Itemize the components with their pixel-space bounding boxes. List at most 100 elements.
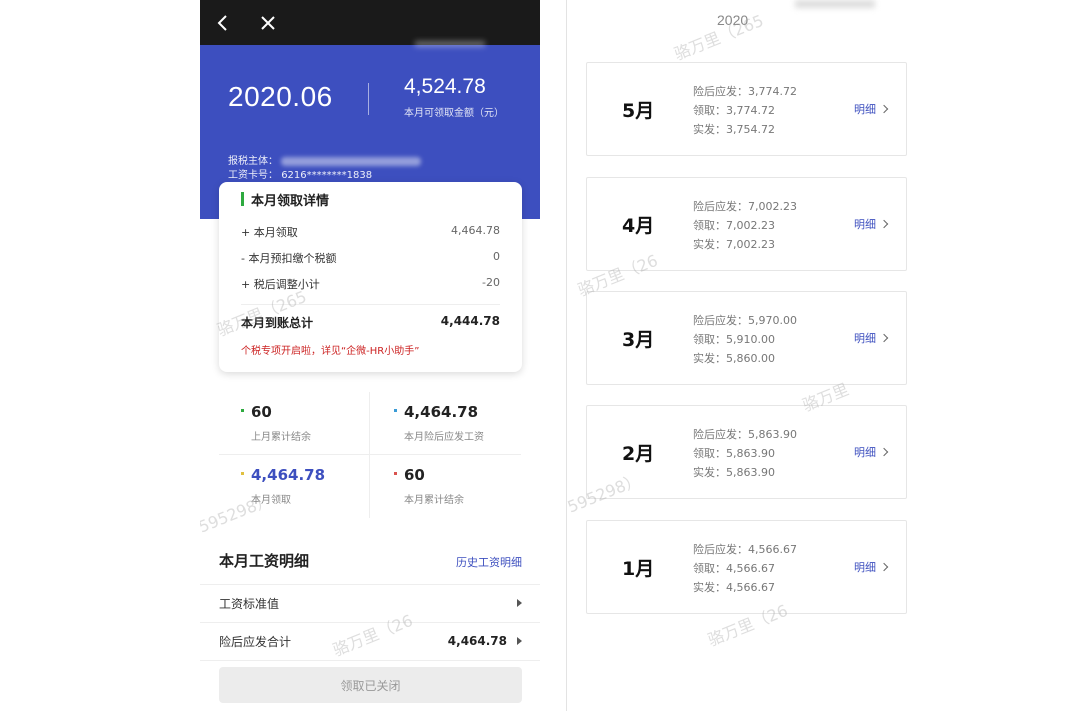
- detail-link-label: 明细: [854, 561, 876, 574]
- available-amount: 4,524.78: [404, 75, 486, 98]
- month-detail-link[interactable]: 明细: [854, 330, 889, 346]
- chevron-left-icon: [217, 15, 227, 31]
- salary-standard-row[interactable]: 工资标准值: [219, 584, 522, 622]
- stats-grid: 60 上月累计结余 4,464.78 本月险后应发工资 4,464.78 本月领…: [219, 392, 522, 518]
- month-name: 5月: [622, 100, 655, 122]
- detail-row: - 本月预扣缴个税额 0: [241, 250, 500, 266]
- month-name: 3月: [622, 329, 655, 351]
- month-paid: 实发：5,860.00: [693, 352, 775, 365]
- monthly-history-screen: 2020 5月 险后应发：3,774.72 领取：3,774.72 实发：3,7…: [565, 0, 1080, 711]
- stat-dot: [394, 472, 397, 475]
- available-amount-label: 本月可领取金额（元）: [404, 108, 504, 119]
- detail-card-title: 本月领取详情: [251, 194, 330, 209]
- stat-value: 4,464.78: [251, 466, 326, 484]
- stat-item: 4,464.78 本月领取: [219, 455, 370, 518]
- total-row: 本月到账总计 4,444.78: [241, 314, 500, 331]
- chevron-right-icon: [879, 333, 889, 343]
- month-post-insurance: 险后应发：5,970.00: [693, 314, 797, 327]
- redacted-tax-entity: [281, 156, 422, 166]
- month-detail-link[interactable]: 明细: [854, 216, 889, 232]
- salary-row-right: [507, 599, 522, 607]
- detail-row-value: -20: [482, 276, 500, 289]
- detail-divider: [241, 304, 500, 305]
- month-paid: 实发：3,754.72: [693, 123, 775, 136]
- tax-entity-row: 报税主体：: [228, 152, 422, 167]
- stat-value: 60: [404, 466, 425, 484]
- month-detail-link[interactable]: 明细: [854, 101, 889, 117]
- month-claimed: 领取：4,566.67: [693, 562, 775, 575]
- stat-label: 本月险后应发工资: [404, 432, 484, 443]
- stat-dot: [394, 409, 397, 412]
- redacted-text: [795, 0, 875, 8]
- post-insurance-total-row[interactable]: 险后应发合计 4,464.78: [219, 622, 522, 660]
- detail-row-label: + 本月领取: [241, 226, 298, 239]
- month-detail-link[interactable]: 明细: [854, 444, 889, 460]
- salary-card-row: 工资卡号： 6216********1838: [228, 166, 372, 181]
- stat-dot: [241, 472, 244, 475]
- stat-dot: [241, 409, 244, 412]
- month-post-insurance: 险后应发：3,774.72: [693, 85, 797, 98]
- chevron-right-icon: [879, 104, 889, 114]
- current-month: 2020.06: [228, 81, 333, 112]
- title-accent-bar: [241, 192, 244, 206]
- salary-row-label: 险后应发合计: [219, 634, 292, 649]
- month-card[interactable]: 2月 险后应发：5,863.90 领取：5,863.90 实发：5,863.90…: [586, 405, 907, 499]
- salary-card-label: 工资卡号：: [228, 170, 278, 181]
- stat-label: 本月领取: [251, 495, 291, 506]
- month-paid: 实发：5,863.90: [693, 466, 775, 479]
- month-claimed: 领取：7,002.23: [693, 219, 775, 232]
- caret-right-icon: [517, 637, 522, 645]
- tax-notice: 个税专项开启啦，详见“企微-HR小助手”: [241, 346, 420, 357]
- detail-row-value: 4,464.78: [451, 224, 500, 237]
- month-claimed: 领取：5,863.90: [693, 447, 775, 460]
- year-header[interactable]: 2020: [717, 12, 748, 28]
- total-label: 本月到账总计: [241, 316, 314, 330]
- stat-label: 本月累计结余: [404, 495, 464, 506]
- detail-link-label: 明细: [854, 446, 876, 459]
- row-divider: [200, 660, 540, 661]
- caret-right-icon: [517, 599, 522, 607]
- top-navigation-bar: [200, 0, 540, 45]
- detail-row: + 税后调整小计 -20: [241, 276, 500, 292]
- total-value: 4,444.78: [440, 314, 500, 328]
- back-button[interactable]: [208, 8, 238, 38]
- detail-link-label: 明细: [854, 332, 876, 345]
- month-post-insurance: 险后应发：7,002.23: [693, 200, 797, 213]
- salary-detail-title: 本月工资明细: [219, 552, 310, 570]
- month-post-insurance: 险后应发：4,566.67: [693, 543, 797, 556]
- salary-row-amount: 4,464.78: [447, 634, 507, 648]
- stat-item: 4,464.78 本月险后应发工资: [370, 392, 521, 455]
- chevron-right-icon: [879, 447, 889, 457]
- month-claimed: 领取：5,910.00: [693, 333, 775, 346]
- month-card[interactable]: 5月 险后应发：3,774.72 领取：3,774.72 实发：3,754.72…: [586, 62, 907, 156]
- stat-item: 60 本月累计结余: [370, 455, 521, 518]
- hero-divider: [368, 83, 369, 115]
- detail-row-label: - 本月预扣缴个税额: [241, 252, 337, 265]
- close-button[interactable]: [253, 8, 283, 38]
- detail-link-label: 明细: [854, 103, 876, 116]
- month-paid: 实发：4,566.67: [693, 581, 775, 594]
- monthly-detail-card: 本月领取详情 + 本月领取 4,464.78 - 本月预扣缴个税额 0 + 税后…: [219, 182, 522, 372]
- detail-row: + 本月领取 4,464.78: [241, 224, 500, 240]
- month-name: 2月: [622, 443, 655, 465]
- month-claimed: 领取：3,774.72: [693, 104, 775, 117]
- chevron-right-icon: [879, 562, 889, 572]
- stat-value: 4,464.78: [404, 403, 479, 421]
- month-paid: 实发：7,002.23: [693, 238, 775, 251]
- month-name: 1月: [622, 558, 655, 580]
- close-icon: [261, 16, 275, 30]
- salary-row-label: 工资标准值: [219, 596, 280, 611]
- detail-link-label: 明细: [854, 218, 876, 231]
- salary-card-number: 6216********1838: [281, 170, 373, 181]
- month-card[interactable]: 4月 险后应发：7,002.23 领取：7,002.23 实发：7,002.23…: [586, 177, 907, 271]
- history-salary-link[interactable]: 历史工资明细: [456, 554, 522, 570]
- claim-closed-button[interactable]: 领取已关闭: [219, 667, 522, 703]
- stat-item: 60 上月累计结余: [219, 392, 370, 455]
- month-post-insurance: 险后应发：5,863.90: [693, 428, 797, 441]
- chevron-right-icon: [879, 219, 889, 229]
- month-card[interactable]: 3月 险后应发：5,970.00 领取：5,910.00 实发：5,860.00…: [586, 291, 907, 385]
- redacted-text: [415, 41, 485, 47]
- month-card[interactable]: 1月 险后应发：4,566.67 领取：4,566.67 实发：4,566.67…: [586, 520, 907, 614]
- month-detail-link[interactable]: 明细: [854, 559, 889, 575]
- detail-row-value: 0: [493, 250, 500, 263]
